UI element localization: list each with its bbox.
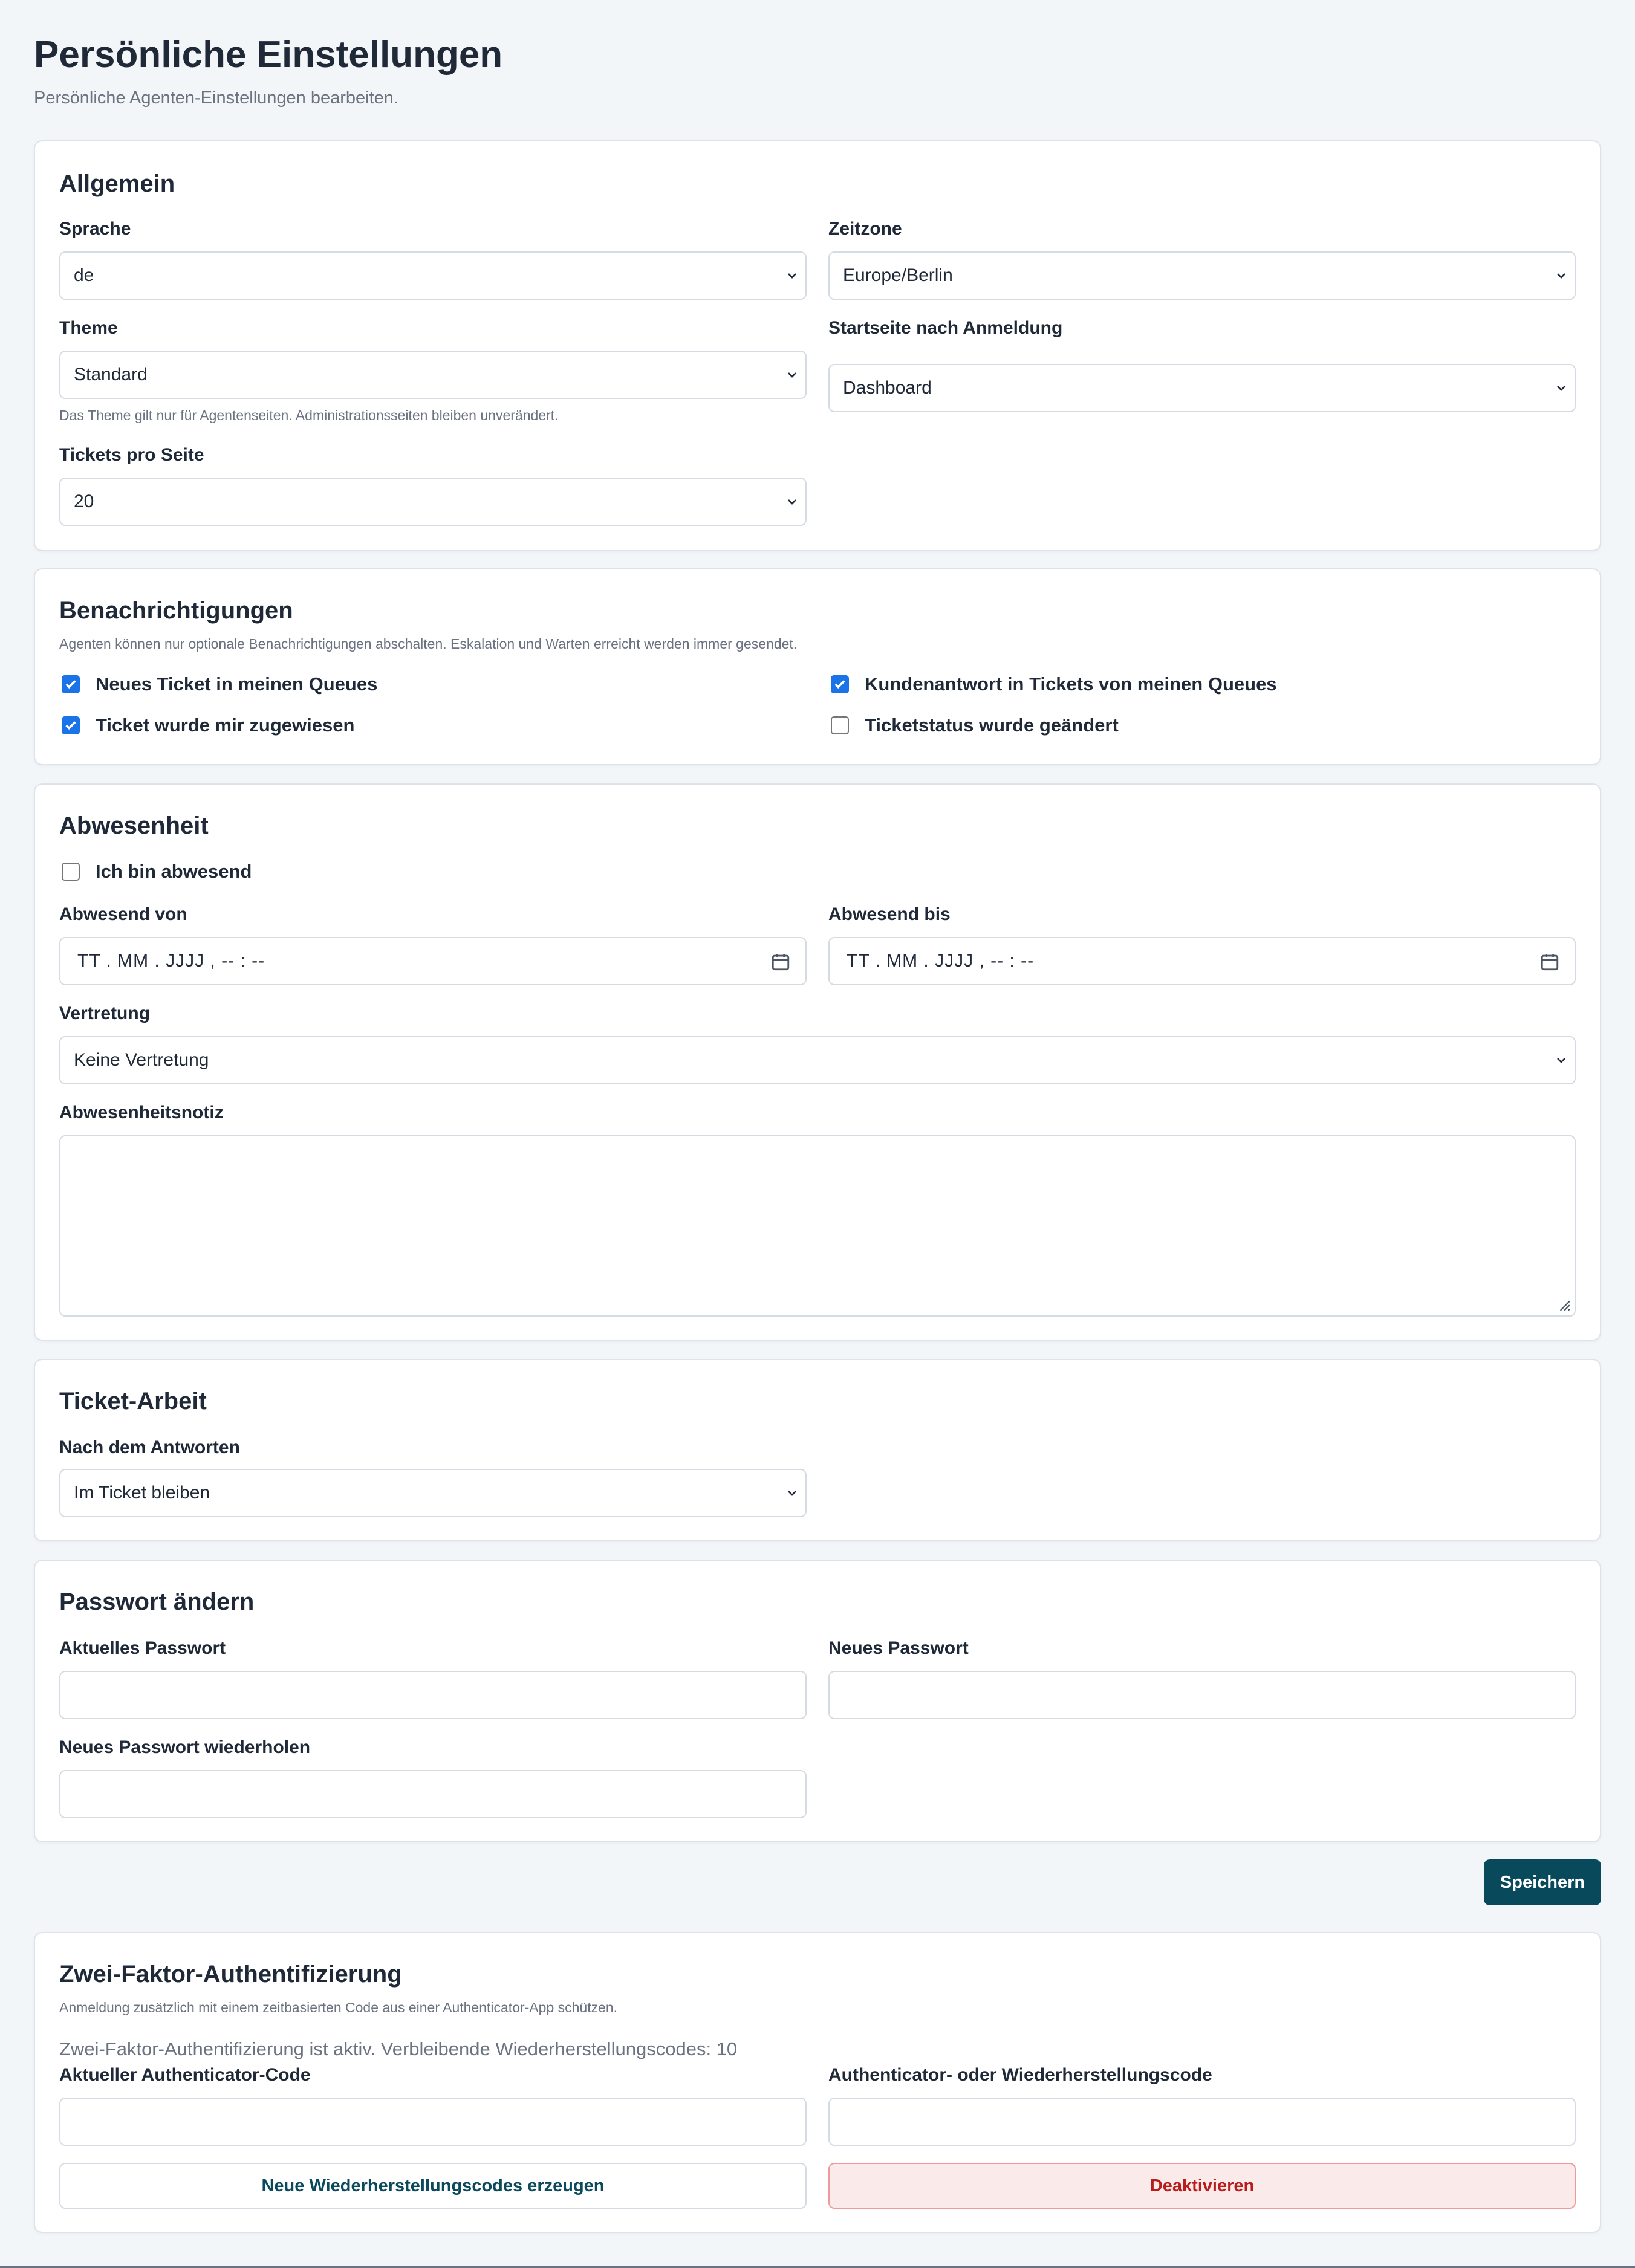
chevron-down-icon xyxy=(1557,1058,1565,1063)
checkbox-checked[interactable] xyxy=(831,675,849,693)
recovery-code-input[interactable] xyxy=(828,2098,1576,2146)
absence-title: Abwesenheit xyxy=(59,812,209,839)
chevron-down-icon xyxy=(788,1491,796,1496)
notification-label: Neues Ticket in meinen Queues xyxy=(96,673,378,695)
language-label: Sprache xyxy=(59,219,131,239)
regenerate-codes-button[interactable]: Neue Wiederherstellungscodes erzeugen xyxy=(59,2163,807,2209)
substitute-select[interactable]: Keine Vertretung xyxy=(59,1036,1576,1084)
page-subtitle: Persönliche Agenten-Einstellungen bearbe… xyxy=(34,88,398,108)
general-card: Allgemein Sprache de Zeitzone Europe/Ber… xyxy=(34,140,1601,551)
substitute-label: Vertretung xyxy=(59,1003,151,1023)
absent-from-placeholder: TT . MM . JJJJ , -- : -- xyxy=(77,951,265,971)
notification-status-changed[interactable]: Ticketstatus wurde geändert xyxy=(831,714,1119,736)
startpage-value: Dashboard xyxy=(843,378,932,398)
theme-value: Standard xyxy=(74,364,148,384)
notification-assigned[interactable]: Ticket wurde mir zugewiesen xyxy=(62,714,354,736)
two-factor-title: Zwei-Faktor-Authentifizierung xyxy=(59,1961,402,1988)
theme-label: Theme xyxy=(59,318,118,338)
resize-handle-icon[interactable] xyxy=(1555,1296,1571,1312)
timezone-select[interactable]: Europe/Berlin xyxy=(828,251,1576,300)
new-password-label: Neues Passwort xyxy=(828,1638,969,1658)
language-value: de xyxy=(74,265,94,285)
current-code-input[interactable] xyxy=(59,2098,807,2146)
chevron-down-icon xyxy=(788,499,796,505)
absent-toggle[interactable]: Ich bin abwesend xyxy=(62,861,252,883)
bottom-edge xyxy=(0,2266,1635,2268)
checkbox-unchecked[interactable] xyxy=(831,716,849,734)
theme-select[interactable]: Standard xyxy=(59,351,807,399)
deactivate-button[interactable]: Deaktivieren xyxy=(828,2163,1576,2209)
current-code-label: Aktueller Authenticator-Code xyxy=(59,2065,311,2085)
checkmark-icon xyxy=(65,680,76,689)
chevron-down-icon xyxy=(788,372,796,378)
tickets-per-page-value: 20 xyxy=(74,491,94,511)
password-card: Passwort ändern Aktuelles Passwort Neues… xyxy=(34,1560,1601,1842)
absent-label: Ich bin abwesend xyxy=(96,861,252,882)
ticket-work-title: Ticket-Arbeit xyxy=(59,1388,207,1414)
absence-card: Abwesenheit Ich bin abwesend Abwesend vo… xyxy=(34,783,1601,1341)
two-factor-hint: Anmeldung zusätzlich mit einem zeitbasie… xyxy=(59,2000,618,2015)
password-title: Passwort ändern xyxy=(59,1589,255,1615)
checkmark-icon xyxy=(65,721,76,730)
after-reply-label: Nach dem Antworten xyxy=(59,1437,240,1457)
theme-hint: Das Theme gilt nur für Agentenseiten. Ad… xyxy=(59,407,559,423)
page-title: Persönliche Einstellungen xyxy=(34,34,503,76)
notification-new-ticket[interactable]: Neues Ticket in meinen Queues xyxy=(62,673,377,695)
after-reply-select[interactable]: Im Ticket bleiben xyxy=(59,1469,807,1517)
new-password-input[interactable] xyxy=(828,1671,1576,1719)
language-select[interactable]: de xyxy=(59,251,807,300)
absent-until-placeholder: TT . MM . JJJJ , -- : -- xyxy=(847,951,1035,971)
substitute-value: Keine Vertretung xyxy=(74,1050,209,1070)
chevron-down-icon xyxy=(1557,273,1565,279)
ticket-work-card: Ticket-Arbeit Nach dem Antworten Im Tick… xyxy=(34,1359,1601,1541)
absent-from-label: Abwesend von xyxy=(59,904,187,924)
startpage-select[interactable]: Dashboard xyxy=(828,364,1576,412)
absence-note-label: Abwesenheitsnotiz xyxy=(59,1103,224,1123)
calendar-icon[interactable] xyxy=(1539,951,1560,972)
two-factor-status: Zwei-Faktor-Authentifizierung ist aktiv.… xyxy=(59,2038,738,2059)
notification-label: Ticketstatus wurde geändert xyxy=(865,714,1119,736)
tickets-per-page-label: Tickets pro Seite xyxy=(59,445,204,465)
notification-label: Kundenantwort in Tickets von meinen Queu… xyxy=(865,673,1277,695)
calendar-icon[interactable] xyxy=(770,951,791,972)
chevron-down-icon xyxy=(788,273,796,279)
absent-until-input[interactable]: TT . MM . JJJJ , -- : -- xyxy=(828,937,1576,985)
checkmark-icon xyxy=(834,680,845,689)
notifications-hint: Agenten können nur optionale Benachricht… xyxy=(59,636,798,652)
chevron-down-icon xyxy=(1557,386,1565,391)
recovery-code-label: Authenticator- oder Wiederherstellungsco… xyxy=(828,2065,1212,2085)
absent-from-input[interactable]: TT . MM . JJJJ , -- : -- xyxy=(59,937,807,985)
absent-until-label: Abwesend bis xyxy=(828,904,951,924)
timezone-value: Europe/Berlin xyxy=(843,265,953,285)
notifications-card: Benachrichtigungen Agenten können nur op… xyxy=(34,568,1601,765)
checkbox-unchecked[interactable] xyxy=(62,863,80,881)
after-reply-value: Im Ticket bleiben xyxy=(74,1483,210,1503)
notification-customer-reply[interactable]: Kundenantwort in Tickets von meinen Queu… xyxy=(831,673,1277,695)
timezone-label: Zeitzone xyxy=(828,219,902,239)
absence-note-textarea[interactable] xyxy=(59,1135,1576,1317)
startpage-label: Startseite nach Anmeldung xyxy=(828,318,1063,338)
current-password-label: Aktuelles Passwort xyxy=(59,1638,226,1658)
notification-label: Ticket wurde mir zugewiesen xyxy=(96,714,355,736)
general-title: Allgemein xyxy=(59,170,175,197)
current-password-input[interactable] xyxy=(59,1671,807,1719)
save-button[interactable]: Speichern xyxy=(1484,1859,1601,1905)
repeat-password-input[interactable] xyxy=(59,1770,807,1818)
two-factor-card: Zwei-Faktor-Authentifizierung Anmeldung … xyxy=(34,1932,1601,2233)
tickets-per-page-select[interactable]: 20 xyxy=(59,478,807,526)
checkbox-checked[interactable] xyxy=(62,716,80,734)
notifications-title: Benachrichtigungen xyxy=(59,597,293,624)
page-header: Persönliche Einstellungen Persönliche Ag… xyxy=(34,31,1601,110)
repeat-password-label: Neues Passwort wiederholen xyxy=(59,1737,311,1757)
checkbox-checked[interactable] xyxy=(62,675,80,693)
